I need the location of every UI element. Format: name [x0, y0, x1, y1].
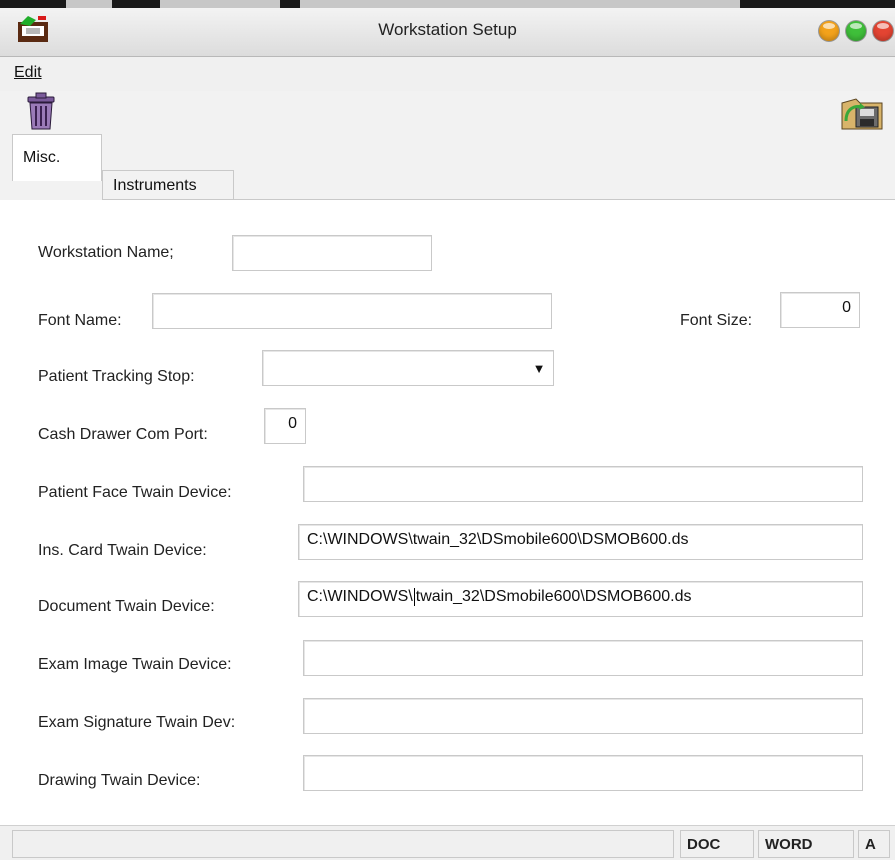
patient-tracking-stop-label: Patient Tracking Stop:: [38, 368, 195, 385]
misc-panel: Workstation Name; Font Name: Font Size: …: [0, 200, 895, 825]
tab-misc[interactable]: Misc.: [12, 134, 102, 181]
status-a: A: [858, 830, 890, 858]
document-twain-value-start: C:\WINDOWS\: [307, 588, 413, 606]
exam-image-twain-input[interactable]: [303, 640, 863, 676]
background-strip: [0, 0, 895, 8]
tab-instruments-label: Instruments: [113, 177, 197, 194]
window-title: Workstation Setup: [378, 20, 517, 39]
text-cursor: [413, 588, 415, 606]
status-message-pane: [12, 830, 674, 858]
font-name-label: Font Name:: [38, 312, 122, 329]
minimize-button[interactable]: [819, 21, 839, 41]
cash-drawer-com-port-input[interactable]: 0: [264, 408, 306, 444]
workstation-name-label: Workstation Name;: [38, 244, 174, 261]
font-size-input[interactable]: 0: [780, 292, 860, 328]
save-button[interactable]: [838, 91, 888, 131]
document-twain-input[interactable]: C:\WINDOWS\ twain_32\DSmobile600\DSMOB600…: [298, 581, 863, 617]
drawing-twain-input[interactable]: [303, 755, 863, 791]
status-bar: DOC WORD A: [0, 825, 895, 860]
zoom-button[interactable]: [846, 21, 866, 41]
menu-edit-label: Edit: [14, 64, 42, 81]
tab-misc-label: Misc.: [23, 149, 61, 166]
menu-bar: Edit: [0, 57, 895, 91]
delete-button[interactable]: [22, 91, 60, 131]
trash-icon: [27, 92, 55, 130]
save-folder-icon: [841, 98, 883, 130]
exam-signature-twain-label: Exam Signature Twain Dev:: [38, 714, 236, 731]
tab-instruments[interactable]: Instruments: [102, 170, 234, 200]
menu-edit[interactable]: Edit: [14, 64, 42, 82]
workstation-name-input[interactable]: [232, 235, 432, 271]
drawing-twain-label: Drawing Twain Device:: [38, 772, 201, 789]
cash-drawer-com-port-label: Cash Drawer Com Port:: [38, 426, 208, 443]
font-size-label: Font Size:: [680, 312, 753, 329]
ins-card-twain-label: Ins. Card Twain Device:: [38, 542, 207, 559]
toolbar: [0, 91, 895, 131]
document-twain-value-end: twain_32\DSmobile600\DSMOB600.ds: [415, 588, 692, 606]
status-word: WORD: [758, 830, 854, 858]
patient-face-twain-input[interactable]: [303, 466, 863, 502]
tab-strip: Misc. Instruments: [0, 131, 895, 201]
chevron-down-icon[interactable]: ▼: [527, 353, 551, 383]
patient-tracking-stop-select[interactable]: ▼: [262, 350, 554, 386]
exam-signature-twain-input[interactable]: [303, 698, 863, 734]
exam-image-twain-label: Exam Image Twain Device:: [38, 656, 232, 673]
title-bar: Workstation Setup: [0, 0, 895, 57]
close-button[interactable]: [873, 21, 893, 41]
document-twain-label: Document Twain Device:: [38, 598, 215, 615]
patient-face-twain-label: Patient Face Twain Device:: [38, 484, 232, 501]
font-name-input[interactable]: [152, 293, 552, 329]
status-doc: DOC: [680, 830, 754, 858]
ins-card-twain-input[interactable]: C:\WINDOWS\twain_32\DSmobile600\DSMOB600…: [298, 524, 863, 560]
